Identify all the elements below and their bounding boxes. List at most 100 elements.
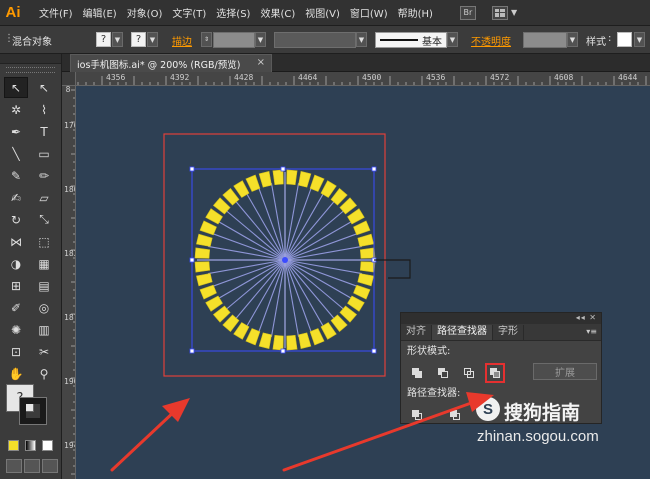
blob-brush-icon[interactable]: ✍ <box>4 187 28 208</box>
fill-stroke-control[interactable]: ? <box>6 384 48 425</box>
fill-dropdown-icon[interactable]: ▼ <box>112 32 123 47</box>
none-mode-button[interactable] <box>42 440 53 451</box>
menu-object[interactable]: 对象(O) <box>122 5 168 20</box>
minus-front-icon[interactable] <box>433 363 453 383</box>
ring-segment <box>309 328 325 346</box>
ring-segment <box>233 180 250 198</box>
opacity-field[interactable] <box>523 32 567 48</box>
slice-icon[interactable]: ✂ <box>32 341 56 362</box>
tab-align[interactable]: 对齐 <box>401 325 432 340</box>
menu-view[interactable]: 视图(V) <box>300 5 345 20</box>
perspective-icon[interactable]: ▦ <box>32 253 56 274</box>
scale-icon[interactable]: ⤡ <box>32 209 56 230</box>
menu-file[interactable]: 文件(F) <box>34 5 78 20</box>
tab-pathfinder[interactable]: 路径查找器 <box>432 325 493 340</box>
color-mode-button[interactable] <box>8 440 19 451</box>
menu-select[interactable]: 选择(S) <box>211 5 255 20</box>
panel-menu-icon[interactable]: ▾≡ <box>586 327 597 336</box>
divide-icon[interactable] <box>407 405 427 425</box>
ring-segment <box>357 273 374 287</box>
mesh-icon[interactable]: ⊞ <box>4 275 28 296</box>
opacity-label[interactable]: 不透明度 <box>471 33 511 48</box>
panel-collapse-icon[interactable]: ◂◂ ✕ <box>576 313 597 322</box>
panel-header[interactable]: ◂◂ ✕ <box>401 313 601 324</box>
paintbrush-icon[interactable]: ✎ <box>4 165 28 186</box>
variable-width-dropdown-icon[interactable]: ▼ <box>356 32 367 47</box>
pencil-icon[interactable]: ✏ <box>32 165 56 186</box>
variable-width-field[interactable] <box>274 32 356 48</box>
menu-edit[interactable]: 编辑(E) <box>78 5 122 20</box>
tools-grip[interactable] <box>6 67 55 73</box>
tab-glyphs[interactable]: 字形 <box>493 325 524 340</box>
bridge-button[interactable]: Br <box>459 5 476 20</box>
gradient-icon[interactable]: ▤ <box>32 275 56 296</box>
ruler-origin[interactable] <box>62 72 76 86</box>
graphic-style-swatch[interactable] <box>617 32 632 47</box>
column-graph-icon[interactable]: ▥ <box>32 319 56 340</box>
graphic-style-dropdown-icon[interactable]: ▼ <box>634 32 645 47</box>
opacity-dropdown-icon[interactable]: ▼ <box>567 32 578 47</box>
horizontal-ruler[interactable]: 4356 4392 4428 4464 4500 4536 4572 4608 … <box>76 72 650 86</box>
blend-icon[interactable]: ◎ <box>32 297 56 318</box>
width-icon[interactable]: ⋈ <box>4 231 28 252</box>
trim-icon[interactable] <box>445 405 465 425</box>
menu-help[interactable]: 帮助(H) <box>393 5 438 20</box>
direct-selection-icon[interactable]: ↖ <box>32 77 56 98</box>
ring-segment <box>298 332 312 349</box>
gradient-mode-button[interactable] <box>25 440 36 451</box>
vertical-ruler[interactable]: 8 1764 1800 1836 1872 1908 1944 <box>62 86 76 479</box>
arrange-documents-icon[interactable] <box>491 5 508 20</box>
pen-icon[interactable]: ✒ <box>4 121 28 142</box>
stroke-weight-stepper[interactable]: ⇕ <box>201 32 212 47</box>
exclude-icon[interactable] <box>485 363 505 383</box>
zoom-icon[interactable]: ⚲ <box>32 363 56 384</box>
menu-window[interactable]: 窗口(W) <box>345 5 393 20</box>
unite-icon[interactable] <box>407 363 427 383</box>
stroke-weight-dropdown-icon[interactable]: ▼ <box>255 32 266 47</box>
resize-handle <box>280 166 286 172</box>
ring-segment <box>359 247 376 259</box>
ring-segment <box>320 180 337 198</box>
draw-normal-icon[interactable] <box>6 459 22 473</box>
lasso-icon[interactable]: ⌇ <box>32 99 56 120</box>
menu-effect[interactable]: 效果(C) <box>255 5 300 20</box>
close-icon[interactable]: × <box>257 57 265 68</box>
artboard-icon[interactable]: ⊡ <box>4 341 28 362</box>
eyedropper-icon[interactable]: ✐ <box>4 297 28 318</box>
control-bar: ⋮ 混合对象 ? ▼ ? ▼ 描边 ⇕ ▼ ▼ 基本 ▼ 不透明度 ▼ 样式 :… <box>0 26 650 54</box>
ring-segment <box>286 169 298 186</box>
ring-segment <box>196 273 213 287</box>
menu-type[interactable]: 文字(T) <box>167 5 211 20</box>
ruler-h-label: 4644 <box>618 73 638 82</box>
stroke-box[interactable] <box>19 397 47 425</box>
rotate-icon[interactable]: ↻ <box>4 209 28 230</box>
ruler-h-label: 4392 <box>170 73 190 82</box>
brush-definition[interactable]: 基本 <box>375 32 447 48</box>
chevron-down-icon[interactable]: ▼ <box>511 8 517 17</box>
stroke-dropdown-icon[interactable]: ▼ <box>147 32 158 47</box>
screen-mode-icon[interactable] <box>42 459 58 473</box>
symbol-sprayer-icon[interactable]: ✺ <box>4 319 28 340</box>
free-transform-icon[interactable]: ⬚ <box>32 231 56 252</box>
ring-segment <box>196 233 213 247</box>
hand-icon[interactable]: ✋ <box>4 363 28 384</box>
tools-panel-header[interactable] <box>0 54 61 64</box>
fill-swatch[interactable]: ? <box>96 32 111 47</box>
ring-segment <box>199 220 217 236</box>
stroke-weight-field[interactable] <box>213 32 255 48</box>
draw-behind-icon[interactable] <box>24 459 40 473</box>
ring-segment <box>245 328 261 346</box>
shape-builder-icon[interactable]: ◑ <box>4 253 28 274</box>
eraser-icon[interactable]: ▱ <box>32 187 56 208</box>
intersect-icon[interactable] <box>459 363 479 383</box>
selection-icon[interactable]: ↖ <box>4 77 28 98</box>
brush-dropdown-icon[interactable]: ▼ <box>447 32 458 47</box>
magic-wand-icon[interactable]: ✲ <box>4 99 28 120</box>
stroke-label[interactable]: 描边 <box>172 33 192 48</box>
rectangle-icon[interactable]: ▭ <box>32 143 56 164</box>
document-tab[interactable]: ios手机图标.ai* @ 200% (RGB/预览) × <box>70 54 272 72</box>
expand-button[interactable]: 扩展 <box>533 363 597 380</box>
line-icon[interactable]: ╲ <box>4 143 28 164</box>
type-icon[interactable]: T <box>32 121 56 142</box>
stroke-swatch[interactable]: ? <box>131 32 146 47</box>
